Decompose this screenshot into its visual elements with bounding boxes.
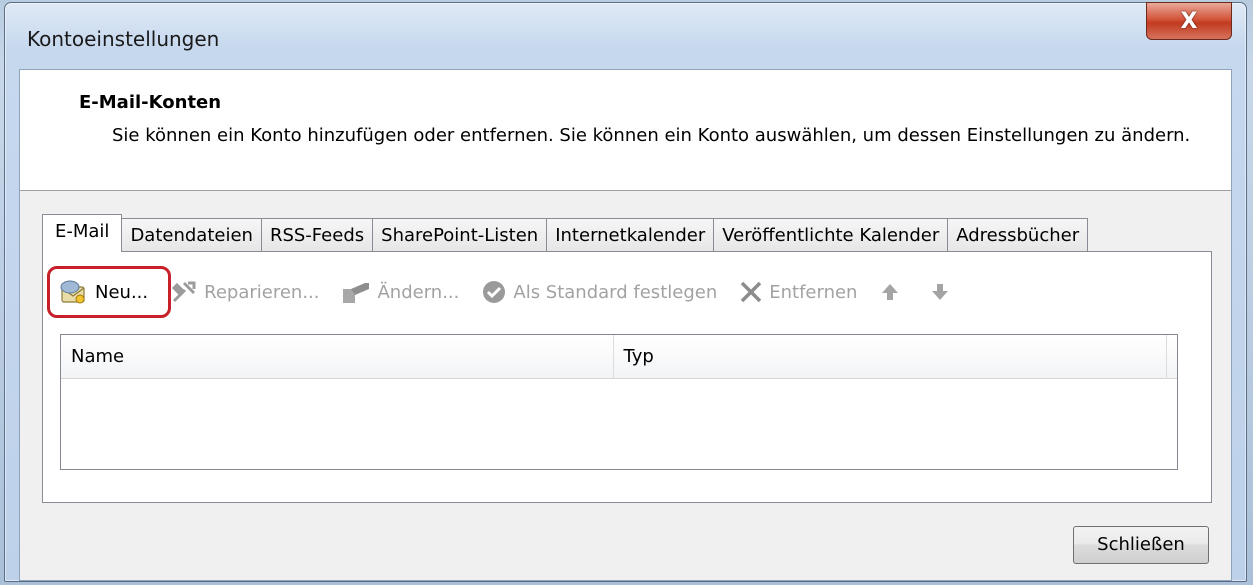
email-tab-panel: Neu... Reparieren... Ändern... Als Stand… xyxy=(42,251,1212,503)
account-list-header: Name Typ xyxy=(61,335,1177,379)
tab-data-files[interactable]: Datendateien xyxy=(121,218,262,252)
header-description: Sie können ein Konto hinzufügen oder ent… xyxy=(112,125,1191,146)
column-header-filler xyxy=(1167,335,1177,379)
tools-icon xyxy=(170,279,198,305)
move-down-button[interactable] xyxy=(923,273,963,311)
set-default-label: Als Standard festlegen xyxy=(513,281,718,303)
close-dialog-button[interactable]: Schließen xyxy=(1073,526,1209,564)
tab-sharepoint-lists[interactable]: SharePoint-Listen xyxy=(372,218,548,252)
delete-x-icon xyxy=(739,280,763,304)
column-header-type[interactable]: Typ xyxy=(614,335,1167,379)
set-default-button[interactable]: Als Standard festlegen xyxy=(475,273,723,311)
account-settings-dialog: Kontoeinstellungen X E-Mail-Konten Sie k… xyxy=(4,2,1247,582)
window-title: Kontoeinstellungen xyxy=(27,27,220,51)
tab-internet-calendars[interactable]: Internetkalender xyxy=(546,218,715,252)
move-up-button[interactable] xyxy=(873,273,913,311)
header-title: E-Mail-Konten xyxy=(79,92,222,113)
new-account-button[interactable]: Neu... xyxy=(53,273,154,311)
tab-address-books[interactable]: Adressbücher xyxy=(947,218,1089,252)
title-bar: Kontoeinstellungen X xyxy=(5,2,1246,69)
dialog-header: E-Mail-Konten Sie können ein Konto hinzu… xyxy=(20,70,1231,191)
tab-published-calendars[interactable]: Veröffentlichte Kalender xyxy=(713,218,949,252)
remove-account-label: Entfernen xyxy=(769,281,858,303)
dialog-client-area: E-Mail-Konten Sie können ein Konto hinzu… xyxy=(19,69,1232,581)
column-header-name[interactable]: Name xyxy=(61,335,614,379)
new-account-label: Neu... xyxy=(95,281,149,303)
change-account-label: Ändern... xyxy=(377,281,460,303)
account-toolbar: Neu... Reparieren... Ändern... Als Stand… xyxy=(53,270,973,314)
repair-account-button[interactable]: Reparieren... xyxy=(164,273,325,311)
repair-account-label: Reparieren... xyxy=(204,281,320,303)
account-list[interactable]: Name Typ xyxy=(60,334,1178,470)
change-account-button[interactable]: Ändern... xyxy=(335,273,465,311)
tab-email[interactable]: E-Mail xyxy=(42,214,123,252)
window-close-button[interactable]: X xyxy=(1146,2,1232,40)
arrow-up-icon xyxy=(879,281,901,303)
change-icon xyxy=(341,279,371,305)
new-mail-icon xyxy=(59,278,89,306)
arrow-down-icon xyxy=(929,281,951,303)
remove-account-button[interactable]: Entfernen xyxy=(733,273,863,311)
tab-rss-feeds[interactable]: RSS-Feeds xyxy=(260,218,374,252)
checkmark-circle-icon xyxy=(481,279,507,305)
tab-strip: E-Mail Datendateien RSS-Feeds SharePoint… xyxy=(42,214,1089,252)
